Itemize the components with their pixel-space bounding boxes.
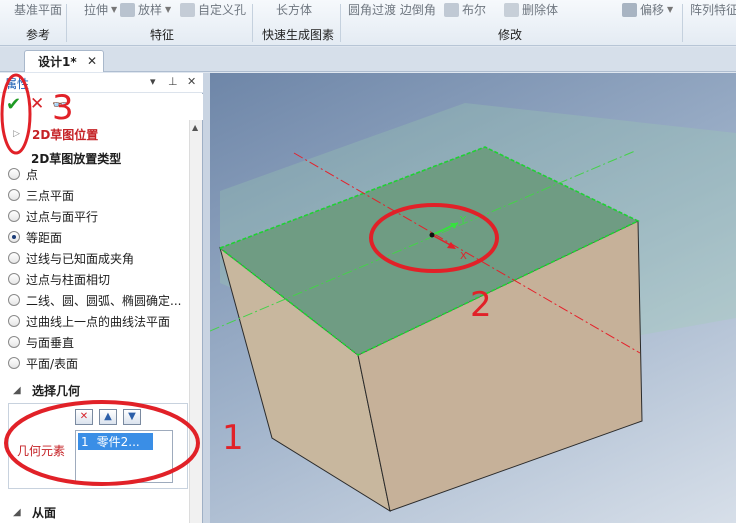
radio-option-point[interactable]: 点 — [8, 164, 38, 184]
close-icon[interactable]: ✕ — [87, 54, 97, 68]
panel-toolbar: ✔ ✕ 👓 — [0, 94, 203, 120]
radio-option-line-angle[interactable]: 过线与已知面成夹角 — [8, 248, 134, 268]
delete-body-icon — [504, 3, 519, 17]
ribbon-separator — [682, 4, 683, 42]
pin-icon[interactable]: ⊥ — [168, 75, 178, 88]
radio-button[interactable] — [8, 315, 20, 327]
geometry-group: 几何元素 ✕ ▲ ▼ 1 零件2... — [8, 403, 188, 489]
custom-hole-button[interactable]: 自定义孔 — [180, 1, 246, 19]
radio-option-tangent-cylinder[interactable]: 过点与柱面相切 — [8, 269, 110, 289]
cad-app-window: { "ribbon": { "top_buttons": [ {"name": … — [0, 0, 736, 523]
close-icon[interactable]: ✕ — [187, 75, 196, 88]
document-tab-strip: 设计1* ✕ — [0, 47, 736, 72]
radio-button-selected[interactable] — [8, 231, 20, 243]
boolean-button[interactable]: 布尔 — [444, 1, 486, 19]
move-up-icon[interactable]: ▲ — [99, 409, 117, 425]
fillet-button[interactable]: 圆角过渡 边倒角 — [348, 1, 436, 19]
radio-button[interactable] — [8, 294, 20, 306]
annotation-number-3: 3 — [52, 88, 74, 128]
group-label-quick-gen: 快速生成图素 — [262, 28, 335, 42]
loft-button[interactable]: 放样 ▼ — [120, 1, 171, 19]
offset-button[interactable]: 偏移 ▼ — [622, 1, 673, 19]
list-item[interactable]: 1 零件2... — [78, 433, 153, 450]
radio-button[interactable] — [8, 273, 20, 285]
radio-button[interactable] — [8, 252, 20, 264]
radio-button[interactable] — [8, 357, 20, 369]
radio-option-curves-define[interactable]: 二线、圆、圆弧、椭圆确定... — [8, 290, 181, 310]
panel-splitter[interactable] — [203, 73, 210, 523]
geometry-list[interactable]: 1 零件2... — [75, 430, 173, 483]
hole-icon — [180, 3, 195, 17]
geometry-element-label: 几何元素 — [17, 444, 66, 458]
ok-check-icon[interactable]: ✔ — [6, 94, 21, 115]
collapse-arrow-icon: ◢ — [13, 384, 21, 396]
tab-design1[interactable]: 设计1* ✕ — [24, 50, 104, 72]
radio-option-three-point-plane[interactable]: 三点平面 — [8, 185, 74, 205]
scroll-up-icon[interactable]: ▲ — [192, 123, 198, 132]
axis-x-label: X — [460, 251, 467, 262]
offset-icon — [622, 3, 637, 17]
collapse-arrow-icon: ◢ — [13, 506, 21, 518]
ribbon-separator — [252, 4, 253, 42]
boolean-icon — [444, 3, 459, 17]
section-from-face[interactable]: ◢ 从面 — [0, 502, 189, 522]
chevron-down-icon: ▼ — [111, 5, 118, 14]
panel-header: 属性 ▾ ⊥ ✕ — [0, 73, 203, 93]
section-2d-sketch-position[interactable]: ▷ 2D草图位置 — [0, 124, 189, 144]
radio-option-curve-normal[interactable]: 过曲线上一点的曲线法平面 — [8, 311, 170, 331]
annotation-number-1: 1 — [222, 418, 244, 458]
loft-icon — [120, 3, 135, 17]
section-select-geometry[interactable]: ◢ 选择几何 — [0, 380, 189, 400]
box-button[interactable]: 长方体 — [276, 1, 312, 19]
radio-button[interactable] — [8, 168, 20, 180]
radio-option-perpendicular[interactable]: 与面垂直 — [8, 332, 74, 352]
panel-title: 属性 — [5, 77, 30, 91]
radio-option-offset-plane[interactable]: 等距面 — [8, 227, 62, 247]
array-button[interactable]: 阵列特征 — [690, 1, 736, 19]
dropdown-icon[interactable]: ▾ — [150, 75, 156, 88]
extrude-button[interactable]: 拉伸 ▼ — [84, 1, 117, 19]
ribbon: 基准平面 拉伸 ▼ 放样 ▼ 自定义孔 长方体 圆角过渡 边倒角 布尔 删除体 偏移… — [0, 0, 736, 46]
placement-type-label: 2D草图放置类型 — [31, 152, 122, 166]
property-panel: 属性 ▾ ⊥ ✕ ✔ ✕ 👓 ▷ 2D草图位置 2D草图放置类型 点 三点平面 … — [0, 73, 203, 523]
cancel-x-icon[interactable]: ✕ — [30, 94, 44, 114]
group-label-feature: 特征 — [150, 28, 175, 42]
radio-button[interactable] — [8, 189, 20, 201]
ref-plane-button[interactable]: 基准平面 — [14, 1, 62, 19]
ribbon-separator — [66, 4, 67, 42]
origin-point — [429, 232, 435, 238]
chevron-down-icon: ▼ — [667, 5, 674, 14]
radio-option-point-parallel[interactable]: 过点与面平行 — [8, 206, 98, 226]
move-down-icon[interactable]: ▼ — [123, 409, 141, 425]
group-label-modify: 修改 — [498, 28, 523, 42]
radio-button[interactable] — [8, 336, 20, 348]
delete-body-button[interactable]: 删除体 — [504, 1, 558, 19]
chevron-down-icon: ▼ — [165, 5, 172, 14]
expand-arrow-icon: ▷ — [13, 129, 20, 139]
axis-y-label: Y — [459, 215, 467, 226]
panel-scroll-area: ▷ 2D草图位置 2D草图放置类型 点 三点平面 过点与面平行 等距面 过线与已… — [0, 120, 203, 523]
group-label-reference: 参考 — [26, 28, 51, 42]
remove-item-icon[interactable]: ✕ — [75, 409, 93, 425]
ribbon-separator — [340, 4, 341, 42]
panel-scrollbar[interactable]: ▲ — [189, 120, 202, 523]
radio-option-plane-surface[interactable]: 平面/表面 — [8, 353, 78, 373]
radio-button[interactable] — [8, 210, 20, 222]
annotation-number-2: 2 — [470, 285, 492, 325]
